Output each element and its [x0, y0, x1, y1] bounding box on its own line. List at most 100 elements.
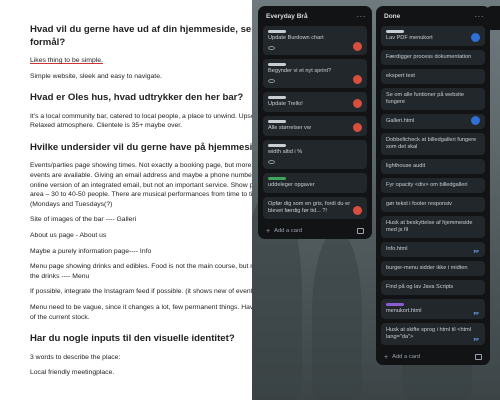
card-title: burger-menu sidder ikke i midten — [386, 265, 468, 271]
card[interactable]: ekspert test — [381, 69, 485, 84]
card-list: Lav PDF menukort Færdigger process dokume… — [376, 26, 490, 345]
card-title: ekspert test — [386, 73, 415, 79]
card[interactable]: lighthouse audit — [381, 159, 485, 174]
card-label[interactable] — [268, 63, 286, 66]
card-title: Begynder vi et nyt sprint? — [268, 68, 332, 74]
card-title: width altid i % — [268, 149, 303, 155]
background-tree — [312, 230, 362, 400]
list-header: Everyday Brå ··· — [258, 6, 372, 26]
paragraph: Menu need to be vague, since it changes … — [30, 303, 262, 321]
member-avatar[interactable] — [471, 33, 480, 42]
card[interactable]: Opfør dig som en gris, fordi du er bleve… — [263, 197, 367, 219]
card-title: Lav PDF menukort — [386, 35, 433, 41]
list-menu-icon[interactable]: ··· — [475, 12, 485, 21]
section-subpages: Hvilke undersider vil du gerne have på h… — [30, 142, 262, 322]
card[interactable]: Info.html FF — [381, 242, 485, 257]
member-avatar[interactable] — [353, 206, 362, 215]
card-label[interactable] — [386, 303, 404, 306]
member-initials[interactable]: FF — [474, 337, 479, 342]
paragraph: Simple website, sleek and easy to naviga… — [30, 72, 162, 80]
card-template-icon[interactable] — [475, 354, 482, 360]
add-card-button[interactable]: + Add a card — [258, 223, 372, 239]
card[interactable]: Husk at skifte sprog i html til <html la… — [381, 323, 485, 345]
paragraph-text: Likes thing to be simple. — [30, 57, 103, 64]
paragraph: Maybe a purely information page---- Info — [30, 247, 152, 255]
watch-icon — [268, 45, 275, 50]
card-template-icon[interactable] — [357, 228, 364, 234]
card-title: Se om alle funtioner på website fungere — [386, 92, 465, 105]
card[interactable]: gør tekst i footer responsiv — [381, 197, 485, 212]
paragraph: About us page - About us — [30, 231, 107, 239]
section-heading: Har du nogle inputs til den visuelle ide… — [30, 333, 235, 345]
list-menu-icon[interactable]: ··· — [357, 12, 367, 21]
list-everyday[interactable]: Everyday Brå ··· Update Burdown chart Beg… — [258, 6, 372, 239]
card-title: Fyr opacity <div> om billedgalleri — [386, 182, 468, 188]
card-title: Alle størrelser vw — [268, 125, 311, 131]
card[interactable]: Update Trello! — [263, 92, 367, 112]
card-list: Update Burdown chart Begynder vi et nyt s… — [258, 26, 372, 219]
card[interactable]: uddeleger opgaver — [263, 173, 367, 193]
card-title: Færdigger process dokumentation — [386, 54, 472, 60]
member-initials[interactable]: FF — [474, 249, 479, 254]
card-label[interactable] — [268, 30, 286, 33]
watch-icon — [268, 78, 275, 83]
card-title: Husk at skifte sprog i html til <html la… — [386, 327, 472, 340]
card[interactable]: Se om alle funtioner på website fungere — [381, 88, 485, 110]
document-body: Hvad vil du gerne have ud af din hjemmes… — [30, 24, 262, 389]
member-avatar[interactable] — [353, 123, 362, 132]
list-header: Done ··· — [376, 6, 490, 26]
card[interactable]: burger-menu sidder ikke i midten — [381, 261, 485, 276]
member-avatar[interactable] — [471, 116, 480, 125]
card[interactable]: Dobbeltcheck at billedgalleri fungere so… — [381, 133, 485, 155]
card-title: Update Trello! — [268, 101, 303, 107]
card-label[interactable] — [268, 120, 286, 123]
card[interactable]: Galleri.html — [381, 114, 485, 129]
card[interactable]: Fyr opacity <div> om billedgalleri — [381, 178, 485, 193]
paragraph: Menu page showing drinks and edibles. Fo… — [30, 263, 262, 280]
card-label[interactable] — [268, 96, 286, 99]
section-heading: Hvad vil du gerne have ud af din hjemmes… — [30, 24, 262, 48]
section-visual-identity: Har du nogle inputs til den visuelle ide… — [30, 333, 262, 378]
card-badges — [268, 44, 362, 51]
card-title: Dobbeltcheck at billedgalleri fungere so… — [386, 137, 477, 150]
card-title: menukort.html — [386, 308, 422, 314]
member-avatar[interactable] — [353, 42, 362, 51]
card-title: uddeleger opgaver — [268, 182, 315, 188]
add-card-button[interactable]: + Add a card — [376, 349, 490, 365]
card-title: gør tekst i footer responsiv — [386, 201, 452, 207]
card-label[interactable] — [268, 177, 286, 180]
card-label[interactable] — [386, 30, 404, 33]
card[interactable]: Færdigger process dokumentation — [381, 50, 485, 65]
card-title: Info.html — [386, 246, 408, 252]
card-title: Husk at beskyttelse af hjemmeside med js… — [386, 220, 473, 233]
section-heading: Hvad er Oles hus, hvad udtrykker den her… — [30, 92, 244, 104]
list-title[interactable]: Everyday Brå — [266, 13, 308, 20]
add-card-label: Add a card — [274, 228, 303, 234]
member-avatar[interactable] — [353, 75, 362, 84]
list-done[interactable]: Done ··· Lav PDF menukort Færdigger proce… — [376, 6, 490, 365]
card[interactable]: width altid i % — [263, 140, 367, 169]
section-heading: Hvilke undersider vil du gerne have på h… — [30, 141, 262, 153]
card[interactable]: Alle størrelser vw — [263, 116, 367, 136]
card[interactable]: Update Burdown chart — [263, 26, 367, 55]
member-avatar[interactable] — [353, 99, 362, 108]
card[interactable]: Lav PDF menukort — [381, 26, 485, 46]
section-bar: Hvad er Oles hus, hvad udtrykker den her… — [30, 92, 262, 131]
card[interactable]: Begynder vi et nyt sprint? — [263, 59, 367, 88]
card-title: lighthouse audit — [386, 163, 426, 169]
list-partial[interactable] — [486, 6, 500, 30]
paragraph: Events/parties page showing times. Not e… — [30, 162, 262, 208]
card-title: Update Burdown chart — [268, 35, 324, 41]
document-pane: Hvad vil du gerne have ud af din hjemmes… — [0, 0, 262, 400]
paragraph: Site of images of the bar ---- Galleri — [30, 216, 137, 224]
card[interactable]: Husk at beskyttelse af hjemmeside med js… — [381, 216, 485, 238]
card-title: Galleri.html — [386, 118, 415, 124]
member-initials[interactable]: FF — [474, 311, 479, 316]
card-label[interactable] — [268, 144, 286, 147]
list-title[interactable]: Done — [384, 13, 400, 20]
card[interactable]: Find på og lav Java Scripts — [381, 280, 485, 295]
paragraph: It's a local community bar, catered to l… — [30, 112, 262, 130]
section-purpose: Hvad vil du gerne have ud af din hjemmes… — [30, 24, 262, 81]
card[interactable]: menukort.html FF — [381, 299, 485, 319]
add-card-label: Add a card — [392, 354, 421, 360]
